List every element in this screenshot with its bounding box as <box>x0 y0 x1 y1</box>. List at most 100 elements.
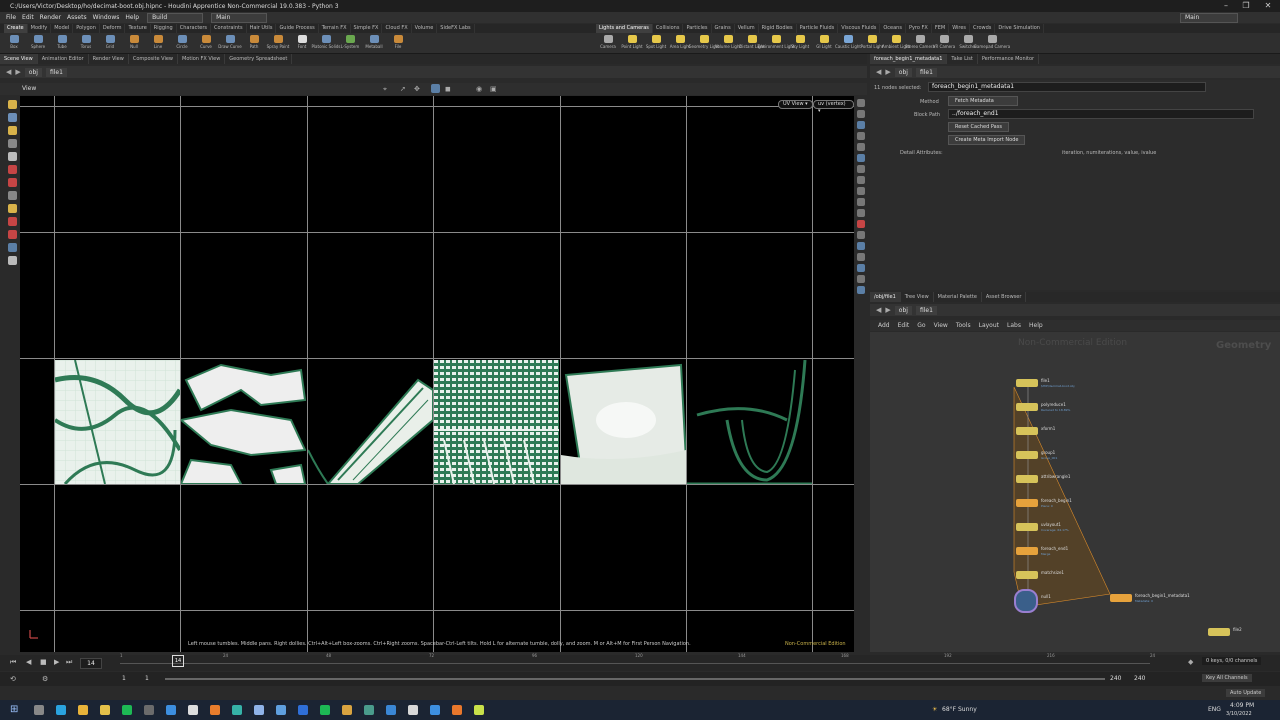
move-icon[interactable] <box>7 113 17 122</box>
rotate-icon[interactable] <box>7 126 17 135</box>
network-tab[interactable]: Material Palette <box>934 292 982 302</box>
shelf-tab[interactable]: Rigid Bodies <box>759 24 797 33</box>
shelf-tab[interactable]: Simple FX <box>351 24 383 33</box>
shelf-tab[interactable]: Characters <box>177 24 212 33</box>
auto-update-button[interactable]: Auto Update <box>1226 689 1266 697</box>
shelf-tool-button[interactable]: Spot Light <box>644 33 668 53</box>
viewport[interactable]: UV View ▾ uv (vertex) ▾ Left mouse tumbl… <box>20 96 854 652</box>
display-option-icon[interactable] <box>857 242 865 250</box>
shelf-tool-button[interactable]: VR Camera <box>932 33 956 53</box>
clock-time[interactable]: 4:09 PM <box>1230 702 1254 709</box>
network-node[interactable] <box>1016 547 1038 555</box>
network-tab[interactable]: /obj/file1 <box>870 292 901 302</box>
shelf-tool-button[interactable]: Null <box>122 33 146 53</box>
nuke-icon[interactable] <box>342 705 352 715</box>
network-tab[interactable]: Tree View <box>901 292 934 302</box>
pointer-icon[interactable]: ➚ <box>400 85 406 93</box>
display-option-icon[interactable] <box>857 99 865 107</box>
forward-icon[interactable]: ▶ <box>885 68 890 76</box>
display-option-icon[interactable] <box>857 253 865 261</box>
paint-icon[interactable] <box>408 705 418 715</box>
pane-tab[interactable]: Animation Editor <box>38 54 89 64</box>
view-tool-icon[interactable] <box>7 152 17 161</box>
shelf-tool-button[interactable]: Box <box>2 33 26 53</box>
houdini-icon[interactable] <box>452 705 462 715</box>
start-frame-2[interactable]: 1 <box>145 675 149 682</box>
create-meta-import-button[interactable]: Create Meta Import Node <box>948 135 1026 145</box>
pane-tab[interactable]: Scene View <box>0 54 38 64</box>
timeline-track[interactable] <box>120 663 1150 664</box>
network-menu-item[interactable]: Tools <box>956 322 971 329</box>
maximize-button[interactable]: ❐ <box>1236 1 1256 11</box>
shelf-tool-button[interactable]: Line <box>146 33 170 53</box>
method-dropdown[interactable]: Fetch Metadata <box>948 96 1018 106</box>
display-option-icon[interactable] <box>857 264 865 272</box>
shelf-tab[interactable]: Deform <box>100 24 126 33</box>
select-tool-icon[interactable]: ⌖ <box>383 85 387 94</box>
menu-assets[interactable]: Assets <box>67 14 87 21</box>
windows-start-icon[interactable]: ⊞ <box>10 704 18 715</box>
path-node[interactable]: file1 <box>915 67 937 77</box>
shelf-tab[interactable]: Wires <box>949 24 971 33</box>
reset-cached-pass-button[interactable]: Reset Cached Pass <box>948 122 1009 132</box>
start-frame[interactable]: 1 <box>122 675 126 682</box>
path-root[interactable]: obj <box>894 305 912 315</box>
network-node[interactable] <box>1016 571 1038 579</box>
settings-icon[interactable]: ⚙ <box>42 675 48 683</box>
shelf-tab[interactable]: Volume <box>412 24 438 33</box>
shelf-tab[interactable]: Model <box>51 24 74 33</box>
display-option-icon[interactable] <box>857 154 865 162</box>
display-option-icon[interactable] <box>857 110 865 118</box>
shelf-tool-button[interactable]: Portal Light <box>860 33 884 53</box>
photoshop-icon[interactable] <box>298 705 308 715</box>
unity-icon[interactable] <box>188 705 198 715</box>
spotify-icon[interactable] <box>122 705 132 715</box>
shelf-tool-button[interactable]: Path <box>242 33 266 53</box>
back-icon[interactable]: ◀ <box>6 68 11 76</box>
shelf-tool-button[interactable]: Sphere <box>26 33 50 53</box>
shelf-tool-button[interactable]: Draw Curve <box>218 33 242 53</box>
display-options-icon[interactable]: ▣ <box>490 85 497 93</box>
shelf-tool-button[interactable]: Sky Light <box>788 33 812 53</box>
uv-attribute-button[interactable]: uv (vertex) ▾ <box>813 100 854 114</box>
spotify2-icon[interactable] <box>320 705 330 715</box>
shelf-tool-button[interactable]: Platonic Solids <box>312 33 340 53</box>
weather-text[interactable]: 68°F Sunny <box>942 706 977 713</box>
pose-icon[interactable] <box>7 178 17 187</box>
shelf-tool-button[interactable]: Area Light <box>668 33 692 53</box>
shelf-tab[interactable]: Drive Simulation <box>995 24 1044 33</box>
display-option-icon[interactable] <box>857 132 865 140</box>
end-frame-2[interactable]: 240 <box>1134 675 1145 682</box>
key-icon[interactable]: ◆ <box>1188 658 1193 666</box>
network-menu-item[interactable]: Layout <box>979 322 999 329</box>
grid-toggle-icon[interactable] <box>431 84 440 93</box>
pane-tab[interactable]: Geometry Spreadsheet <box>225 54 293 64</box>
uv-view-button[interactable]: UV View ▾ <box>778 100 813 109</box>
minimize-button[interactable]: – <box>1216 1 1236 11</box>
menu-help[interactable]: Help <box>125 14 139 21</box>
shelf-tab[interactable]: Grains <box>712 24 735 33</box>
network-tab[interactable]: Asset Browser <box>982 292 1027 302</box>
menu-windows[interactable]: Windows <box>93 14 120 21</box>
shelf-tool-button[interactable]: Torus <box>74 33 98 53</box>
vscode-icon[interactable] <box>386 705 396 715</box>
shelf-tool-button[interactable]: Ambient Light <box>882 33 910 53</box>
network-node[interactable] <box>1016 523 1038 531</box>
render-region-icon[interactable] <box>7 204 17 213</box>
path-node[interactable]: file1 <box>45 67 67 77</box>
screen-icon[interactable] <box>364 705 374 715</box>
pane-tab[interactable]: Performance Monitor <box>978 54 1040 64</box>
shelf-tool-button[interactable]: Curve <box>194 33 218 53</box>
shelf-tab[interactable]: Viscous Fluids <box>838 24 881 33</box>
menu-render[interactable]: Render <box>40 14 61 21</box>
shelf-tool-button[interactable]: Switcher <box>956 33 980 53</box>
forward-icon[interactable]: ▶ <box>885 306 890 314</box>
shelf-tool-button[interactable]: Environment Light <box>758 33 794 53</box>
shelf-tool-button[interactable]: Gamepad Camera <box>974 33 1010 53</box>
substance-designer-icon[interactable] <box>474 705 484 715</box>
display-option-icon[interactable] <box>857 143 865 151</box>
display-option-icon[interactable] <box>857 198 865 206</box>
shelf-tool-button[interactable]: Metaball <box>362 33 386 53</box>
handle-icon[interactable]: ✥ <box>414 85 420 93</box>
realtime-icon[interactable]: ⟲ <box>10 675 16 683</box>
